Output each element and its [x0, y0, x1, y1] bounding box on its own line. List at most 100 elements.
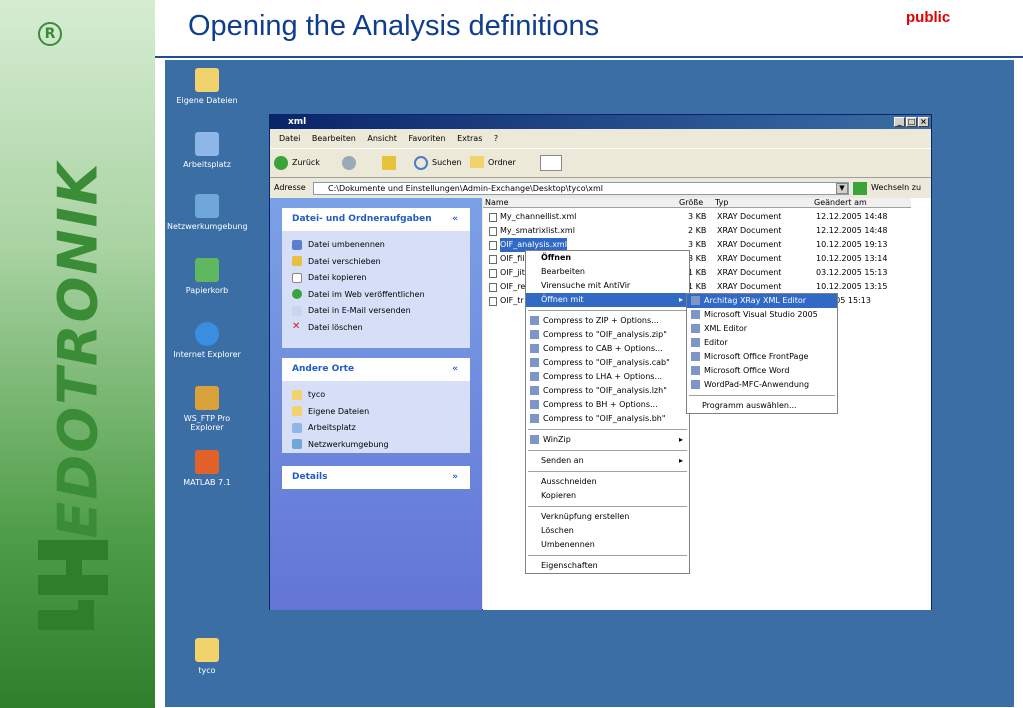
menu-item-xml-editor[interactable]: XML Editor [687, 322, 837, 336]
menu-item-programm-ausw-hlen[interactable]: Programm auswählen... [687, 399, 837, 413]
xml-file-icon [489, 255, 497, 264]
archive-icon [530, 316, 539, 325]
menu-item-microsoft-office-frontpage[interactable]: Microsoft Office FrontPage [687, 350, 837, 364]
views-icon[interactable] [540, 155, 562, 171]
place-arbeitsplatz[interactable]: Arbeitsplatz [282, 420, 470, 437]
menu-item-compress-to-oif-analysis-zip[interactable]: Compress to "OIF_analysis.zip" [526, 328, 689, 342]
close-button[interactable]: × [918, 117, 929, 127]
menu-item-l-schen[interactable]: Löschen [526, 524, 689, 538]
go-arrow-icon[interactable] [853, 182, 867, 195]
other-places-panel: Andere Orte « tyco Eigene Dateien Arbeits… [282, 358, 470, 453]
menu-item-editor[interactable]: Editor [687, 336, 837, 350]
place-netzwerkumgebung[interactable]: Netzwerkumgebung [282, 437, 470, 454]
task-pane: Datei- und Ordneraufgaben « Datei umbenen… [270, 198, 482, 610]
menu-ansicht[interactable]: Ansicht [367, 134, 397, 143]
file-row[interactable]: My_channellist.xml 3 KB XRAY Document 12.12… [483, 210, 913, 224]
collapse-icon[interactable]: « [452, 358, 458, 381]
task-copy[interactable]: Datei kopieren [282, 270, 470, 287]
folder-documents-icon [195, 68, 219, 92]
folders-icon[interactable] [470, 156, 484, 168]
folders-button[interactable]: Ordner [488, 158, 516, 167]
menu-help[interactable]: ? [494, 134, 498, 143]
address-dropdown-button[interactable]: ▼ [836, 183, 848, 194]
desktop-icon-papierkorb[interactable]: Papierkorb [167, 258, 247, 295]
header-rule [155, 56, 1023, 58]
menu-bearbeiten[interactable]: Bearbeiten [312, 134, 356, 143]
menu-item-wordpad-mfc-anwendung[interactable]: WordPad-MFC-Anwendung [687, 378, 837, 392]
desktop-icon-matlab[interactable]: MATLAB 7.1 [167, 450, 247, 487]
go-button[interactable]: Wechseln zu [871, 183, 921, 192]
menu-item-compress-to-zip-options[interactable]: Compress to ZIP + Options... [526, 314, 689, 328]
column-type[interactable]: Typ [715, 198, 728, 208]
matlab-icon [195, 450, 219, 474]
menu-item-architag-xray-xml-editor[interactable]: Architag XRay XML Editor [687, 294, 837, 308]
menu-item-ffnen-mit[interactable]: Öffnen mit ▸ [526, 293, 689, 307]
menu-separator [528, 310, 687, 311]
menu-bar: Datei Bearbeiten Ansicht Favoriten Extra… [270, 130, 931, 147]
visual-studio-icon [691, 310, 700, 319]
column-size[interactable]: Größe [679, 198, 703, 208]
archive-icon [530, 372, 539, 381]
task-delete[interactable]: ✕ Datei löschen [282, 320, 470, 337]
delete-icon: ✕ [292, 321, 301, 332]
menu-item-compress-to-oif-analysis-cab[interactable]: Compress to "OIF_analysis.cab" [526, 356, 689, 370]
task-publish-web[interactable]: Datei im Web veröffentlichen [282, 287, 470, 304]
menu-extras[interactable]: Extras [457, 134, 482, 143]
desktop-icon-netzwerkumgebung[interactable]: Netzwerkumgebung [167, 194, 248, 231]
menu-datei[interactable]: Datei [279, 134, 300, 143]
maximize-button[interactable]: □ [906, 117, 917, 127]
task-move[interactable]: Datei verschieben [282, 254, 470, 271]
menu-item-senden-an[interactable]: Senden an ▸ [526, 454, 689, 468]
menu-item-compress-to-lha-options[interactable]: Compress to LHA + Options... [526, 370, 689, 384]
address-bar: Adresse C:\Dokumente und Einstellungen\A… [270, 180, 931, 196]
search-icon[interactable] [414, 156, 428, 170]
submenu-arrow-icon: ▸ [678, 435, 683, 444]
file-row[interactable]: My_smatrixlist.xml 2 KB XRAY Document 12.12… [483, 224, 913, 238]
menu-item-umbenennen[interactable]: Umbenennen [526, 538, 689, 552]
menu-item-compress-to-cab-options[interactable]: Compress to CAB + Options... [526, 342, 689, 356]
menu-favoriten[interactable]: Favoriten [408, 134, 445, 143]
column-modified[interactable]: Geändert am [814, 198, 867, 208]
internet-explorer-icon [195, 322, 219, 346]
search-button[interactable]: Suchen [432, 158, 462, 167]
computer-icon [292, 422, 302, 433]
task-rename[interactable]: Datei umbenennen [282, 237, 470, 254]
menu-item-winzip[interactable]: WinZip ▸ [526, 433, 689, 447]
place-eigene-dateien[interactable]: Eigene Dateien [282, 404, 470, 421]
toolbar: Zurück Suchen Ordner [270, 148, 931, 178]
other-places-header[interactable]: Andere Orte « [282, 358, 470, 381]
desktop-icon-ws-ftp[interactable]: WS_FTP Pro Explorer [167, 386, 247, 432]
back-button[interactable]: Zurück [292, 158, 320, 167]
archive-icon [530, 330, 539, 339]
menu-item-bearbeiten[interactable]: Bearbeiten [526, 265, 689, 279]
folder-up-icon[interactable] [382, 156, 396, 170]
desktop-icon-arbeitsplatz[interactable]: Arbeitsplatz [167, 132, 247, 169]
menu-item-compress-to-oif-analysis-lzh[interactable]: Compress to "OIF_analysis.lzh" [526, 384, 689, 398]
collapse-icon[interactable]: « [452, 208, 458, 231]
file-tasks-header[interactable]: Datei- und Ordneraufgaben « [282, 208, 470, 231]
minimize-button[interactable]: _ [894, 117, 905, 127]
web-publish-icon [292, 289, 302, 299]
place-tyco[interactable]: tyco [282, 387, 470, 404]
menu-item-eigenschaften[interactable]: Eigenschaften [526, 559, 689, 573]
menu-item-ffnen[interactable]: Öffnen [526, 251, 689, 265]
menu-item-verkn-pfung-erstellen[interactable]: Verknüpfung erstellen [526, 510, 689, 524]
address-input[interactable]: C:\Dokumente und Einstellungen\Admin-Exc… [313, 182, 849, 195]
menu-item-compress-to-bh-options[interactable]: Compress to BH + Options... [526, 398, 689, 412]
desktop-icon-tyco[interactable]: tyco [167, 638, 247, 675]
expand-icon[interactable]: » [452, 466, 458, 489]
menu-item-microsoft-visual-studio-2005[interactable]: Microsoft Visual Studio 2005 [687, 308, 837, 322]
menu-item-ausschneiden[interactable]: Ausschneiden [526, 475, 689, 489]
desktop-icon-internet-explorer[interactable]: Internet Explorer [167, 322, 247, 359]
task-email[interactable]: Datei in E-Mail versenden [282, 303, 470, 320]
menu-item-virensuche-mit-antivir[interactable]: Virensuche mit AntiVir [526, 279, 689, 293]
desktop-icon-eigene-dateien[interactable]: Eigene Dateien [167, 68, 247, 105]
menu-item-compress-to-oif-analysis-bh[interactable]: Compress to "OIF_analysis.bh" [526, 412, 689, 426]
forward-arrow-icon[interactable] [342, 156, 356, 170]
back-arrow-icon[interactable] [274, 156, 288, 170]
window-titlebar[interactable]: xml _ □ × [270, 115, 931, 129]
menu-item-kopieren[interactable]: Kopieren [526, 489, 689, 503]
menu-item-microsoft-office-word[interactable]: Microsoft Office Word [687, 364, 837, 378]
column-name[interactable]: Name [485, 198, 509, 208]
details-header[interactable]: Details» [282, 466, 470, 489]
